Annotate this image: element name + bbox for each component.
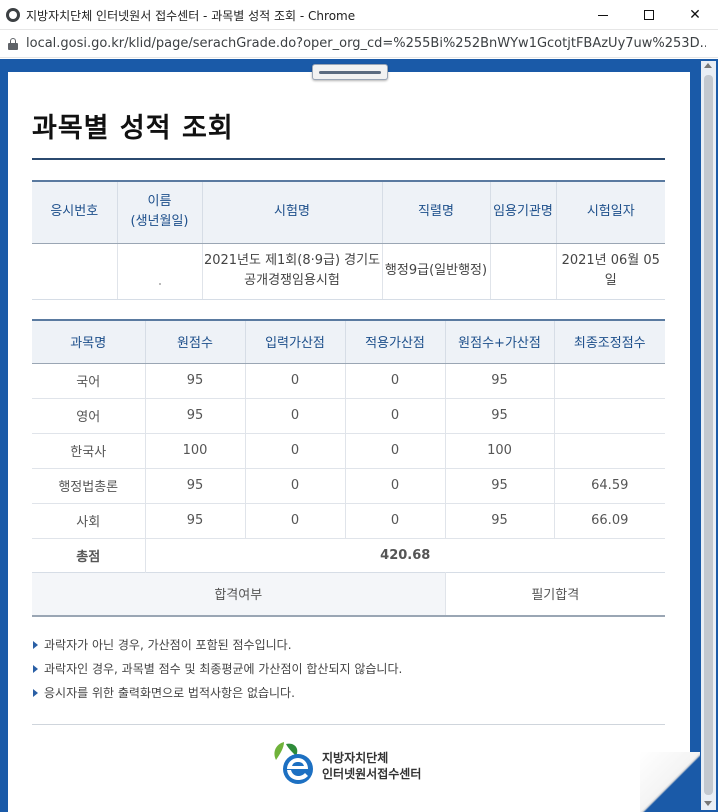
total-row: 총점 420.68 [32, 538, 665, 572]
window-titlebar: 지방자치단체 인터넷원서 접수센터 - 과목별 성적 조회 - Chrome ✕ [0, 0, 718, 30]
paper-clip-icon [312, 64, 388, 80]
total-value: 420.68 [380, 547, 431, 563]
cell-input-bonus: 0 [245, 363, 346, 399]
cell-raw-plus-bonus: 95 [445, 503, 555, 539]
cell-series: 행정9급(일반행정) [382, 243, 491, 300]
cell-exam-date: 2021년 06월 05일 [556, 243, 665, 300]
header-exam-name: 시험명 [202, 181, 383, 244]
logo-line2: 인터넷원서접수센터 [322, 767, 422, 781]
cell-raw-plus-bonus: 95 [445, 363, 555, 399]
cell-applied-bonus: 0 [345, 468, 446, 504]
cell-applied-bonus: 0 [345, 398, 446, 434]
cell-exam-name: 2021년도 제1회(8·9급) 경기도공개경쟁임용시험 [202, 243, 383, 300]
header-exam-number: 응시번호 [32, 181, 118, 244]
chrome-globe-icon [6, 8, 20, 22]
header-series: 직렬명 [382, 181, 491, 244]
pass-value: 필기합격 [445, 571, 665, 617]
cell-agency [490, 243, 557, 300]
table-row: 한국사 100 0 0 100 [32, 433, 665, 469]
scroll-down-icon[interactable] [704, 801, 712, 806]
header-name-label: 이름 [147, 194, 172, 210]
cell-raw: 95 [145, 398, 246, 434]
cell-final: 64.59 [554, 468, 665, 504]
header-exam-date: 시험일자 [556, 181, 665, 244]
cell-input-bonus: 0 [245, 468, 346, 504]
logo-line1: 지방자치단체 [322, 751, 389, 765]
cell-raw-plus-bonus: 100 [445, 433, 555, 469]
list-item: 과락자가 아닌 경우, 가산점이 포함된 점수입니다. [32, 633, 402, 657]
footer-divider [32, 724, 665, 725]
score-table: 과목명 원점수 입력가산점 적용가산점 원점수+가산점 최종조정점수 국어 95… [32, 319, 665, 617]
cell-raw: 100 [145, 433, 246, 469]
header-raw-plus-bonus: 원점수+가산점 [445, 320, 555, 364]
maximize-button[interactable] [626, 0, 672, 30]
maximize-icon [644, 10, 654, 20]
e-logo-icon [274, 742, 313, 784]
close-icon: ✕ [689, 7, 701, 23]
table-row: 국어 95 0 0 95 [32, 363, 665, 399]
header-input-bonus: 입력가산점 [245, 320, 346, 364]
applicant-row: 2021년도 제1회(8·9급) 경기도 공개경쟁임용시험 행정9급(일반행정) … [32, 243, 665, 300]
minimize-button[interactable] [580, 0, 626, 30]
logo-text: 지방자치단체 인터넷원서접수센터 [322, 750, 421, 782]
cell-subject: 한국사 [32, 433, 146, 469]
cell-input-bonus: 0 [245, 503, 346, 539]
exam-name-line1: 2021년도 제1회(8·9급) 경기도 [203, 253, 381, 268]
cell-subject: 사회 [32, 503, 146, 539]
cell-subject: 행정법총론 [32, 468, 146, 504]
cell-name [117, 243, 203, 300]
window-title: 지방자치단체 인터넷원서 접수센터 - 과목별 성적 조회 - Chrome [26, 9, 356, 23]
cell-raw-plus-bonus: 95 [445, 468, 555, 504]
minimize-icon [598, 14, 608, 16]
scroll-up-icon[interactable] [704, 63, 712, 68]
header-raw-score: 원점수 [145, 320, 246, 364]
cell-raw: 95 [145, 468, 246, 504]
cell-subject: 국어 [32, 363, 146, 399]
cell-raw: 95 [145, 503, 246, 539]
lock-icon [8, 38, 18, 50]
cell-raw-plus-bonus: 95 [445, 398, 555, 434]
cell-applied-bonus: 0 [345, 503, 446, 539]
exam-name-line2: 공개경쟁임용시험 [244, 273, 340, 288]
url-text[interactable]: local.gosi.go.kr/klid/page/serachGrade.d… [26, 36, 706, 51]
cell-final [554, 363, 665, 399]
total-label: 총점 [32, 538, 146, 572]
cell-final [554, 398, 665, 434]
pass-label: 합격여부 [32, 571, 446, 617]
footer-logo: 지방자치단체 인터넷원서접수센터 [270, 738, 470, 792]
pass-row: 합격여부 필기합격 [32, 571, 665, 617]
cell-raw: 95 [145, 363, 246, 399]
page-title: 과목별 성적 조회 [32, 113, 234, 144]
table-row: 사회 95 0 0 95 66.09 [32, 503, 665, 539]
header-final-score: 최종조정점수 [554, 320, 665, 364]
header-applied-bonus: 적용가산점 [345, 320, 446, 364]
header-agency: 임용기관명 [490, 181, 557, 244]
header-birthdate-label: (생년월일) [130, 214, 189, 230]
applicant-info-table: 응시번호 이름 (생년월일) 시험명 직렬명 임용기관명 시험일자 2021년도 … [32, 180, 665, 300]
header-name: 이름 (생년월일) [117, 181, 203, 244]
page-curl-decoration [640, 752, 700, 812]
table-row: 영어 95 0 0 95 [32, 398, 665, 434]
header-subject: 과목명 [32, 320, 146, 364]
close-button[interactable]: ✕ [672, 0, 718, 30]
notes-list: 과락자가 아닌 경우, 가산점이 포함된 점수입니다. 과락자인 경우, 과목별… [32, 633, 402, 705]
list-item: 응시자를 위한 출력화면으로 법적사항은 없습니다. [32, 681, 402, 705]
cell-applied-bonus: 0 [345, 363, 446, 399]
address-bar[interactable]: local.gosi.go.kr/klid/page/serachGrade.d… [0, 30, 718, 58]
cell-input-bonus: 0 [245, 433, 346, 469]
cell-exam-number [32, 243, 118, 300]
list-item: 과락자인 경우, 과목별 점수 및 최종평균에 가산점이 합산되지 않습니다. [32, 657, 402, 681]
scrollbar-thumb[interactable] [704, 75, 713, 795]
cell-applied-bonus: 0 [345, 433, 446, 469]
cell-final: 66.09 [554, 503, 665, 539]
cell-subject: 영어 [32, 398, 146, 434]
cell-input-bonus: 0 [245, 398, 346, 434]
vertical-scrollbar[interactable] [701, 61, 716, 810]
redacted-mark [158, 283, 161, 285]
cell-final [554, 433, 665, 469]
table-row: 행정법총론 95 0 0 95 64.59 [32, 468, 665, 504]
title-divider [32, 158, 665, 160]
